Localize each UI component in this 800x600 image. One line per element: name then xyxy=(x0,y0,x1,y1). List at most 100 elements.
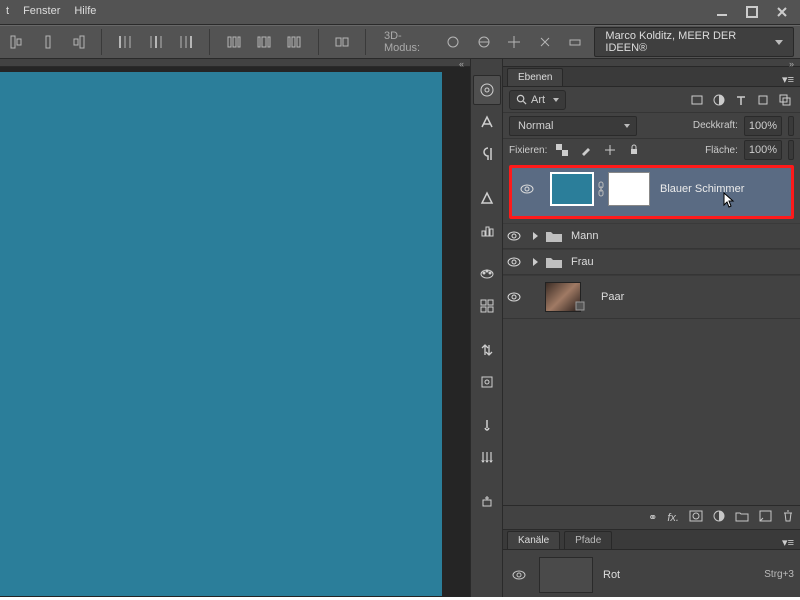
mode3d-scale-icon[interactable] xyxy=(564,30,586,54)
distribute-left-icon[interactable] xyxy=(114,30,136,54)
chevron-down-icon xyxy=(775,40,783,45)
distribute-center-icon[interactable] xyxy=(145,30,167,54)
chevron-down-icon xyxy=(624,124,630,128)
collapse-handle[interactable]: » xyxy=(503,59,800,67)
blend-mode-dropdown[interactable]: Normal xyxy=(509,116,637,136)
filter-shape-icon[interactable] xyxy=(754,91,772,109)
panel-histogram-icon[interactable] xyxy=(473,215,501,245)
titlebar: t Fenster Hilfe xyxy=(0,0,800,25)
panel-paragraph-icon[interactable] xyxy=(473,139,501,169)
delete-layer-icon[interactable] xyxy=(782,510,794,525)
disclosure-triangle[interactable] xyxy=(525,232,545,240)
mode3d-label: 3D-Modus: xyxy=(384,30,434,54)
panel-clone-icon[interactable] xyxy=(473,487,501,517)
panel-swatches-icon[interactable] xyxy=(473,291,501,321)
layers-filter-row: Art xyxy=(503,87,800,113)
layer-mask-icon[interactable] xyxy=(689,510,703,525)
visibility-toggle[interactable] xyxy=(516,182,538,196)
document-area: « xyxy=(0,59,470,600)
channel-thumbnail[interactable] xyxy=(539,557,593,593)
opacity-field[interactable]: 100% xyxy=(744,116,782,136)
distribute-h-2-icon[interactable] xyxy=(253,30,275,54)
link-layers-icon[interactable]: ⚭ xyxy=(648,511,657,524)
layer-name[interactable]: Mann xyxy=(571,230,599,242)
layer-thumbnail[interactable] xyxy=(550,172,594,206)
panel-character-icon[interactable] xyxy=(473,107,501,137)
channels-tabrow: Kanäle Pfade ▾≡ xyxy=(503,530,800,550)
layers-blend-row: Normal Deckkraft: 100% xyxy=(503,113,800,139)
panel-brushpresets-icon[interactable] xyxy=(473,443,501,473)
layer-row-selected[interactable]: Blauer Schimmer xyxy=(509,165,794,219)
align-left-icon[interactable] xyxy=(6,30,28,54)
tab-channels[interactable]: Kanäle xyxy=(507,531,560,549)
mode3d-slide-icon[interactable] xyxy=(534,30,556,54)
lock-pixels-icon[interactable] xyxy=(577,141,595,159)
layer-fx-icon[interactable]: fx. xyxy=(667,512,679,524)
visibility-toggle[interactable] xyxy=(503,255,525,269)
visibility-toggle[interactable] xyxy=(509,568,529,582)
panel-menu-icon[interactable]: ▾≡ xyxy=(776,73,800,86)
layer-row[interactable]: Paar xyxy=(503,275,800,319)
filter-adjust-icon[interactable] xyxy=(710,91,728,109)
distribute-right-icon[interactable] xyxy=(175,30,197,54)
collapse-handle[interactable]: « xyxy=(0,59,470,67)
lock-label: Fixieren: xyxy=(509,145,547,156)
distribute-h-1-icon[interactable] xyxy=(222,30,244,54)
new-group-icon[interactable] xyxy=(735,510,749,525)
opacity-stepper[interactable] xyxy=(788,116,794,136)
link-icon xyxy=(594,181,608,197)
maximize-button[interactable] xyxy=(738,3,766,21)
workspace-badge[interactable]: Marco Kolditz, MEER DER IDEEN® xyxy=(594,27,794,57)
new-layer-icon[interactable] xyxy=(759,510,772,525)
tab-layers[interactable]: Ebenen xyxy=(507,68,563,86)
panel-properties-icon[interactable] xyxy=(473,75,501,105)
lock-transparent-icon[interactable] xyxy=(553,141,571,159)
visibility-toggle[interactable] xyxy=(503,229,525,243)
lock-position-icon[interactable] xyxy=(601,141,619,159)
layer-row-group[interactable]: Frau xyxy=(503,249,800,275)
distribute-h-3-icon[interactable] xyxy=(283,30,305,54)
filter-type-icon[interactable] xyxy=(732,91,750,109)
panel-navigator-icon[interactable] xyxy=(473,183,501,213)
fill-value: 100% xyxy=(749,144,777,156)
folder-icon xyxy=(545,255,563,269)
tab-paths[interactable]: Pfade xyxy=(564,531,612,549)
filter-pixel-icon[interactable] xyxy=(688,91,706,109)
canvas[interactable] xyxy=(0,72,442,596)
align-right-icon[interactable] xyxy=(67,30,89,54)
adjustment-layer-icon[interactable] xyxy=(713,510,725,525)
panel-history-icon[interactable] xyxy=(473,367,501,397)
menu-item-help[interactable]: Hilfe xyxy=(74,5,96,17)
mode3d-roll-icon[interactable] xyxy=(473,30,495,54)
layer-row-group[interactable]: Mann xyxy=(503,223,800,249)
layers-lock-row: Fixieren: Fläche: 100% xyxy=(503,139,800,161)
layers-footer: ⚭ fx. xyxy=(503,505,800,529)
layer-name[interactable]: Frau xyxy=(571,256,594,268)
align-center-h-icon[interactable] xyxy=(36,30,58,54)
panel-brush-icon[interactable] xyxy=(473,411,501,441)
layer-mask-thumbnail[interactable] xyxy=(608,172,650,206)
panel-color-icon[interactable] xyxy=(473,259,501,289)
menu-item-cut[interactable]: t xyxy=(6,5,9,17)
folder-icon xyxy=(545,229,563,243)
layers-list: Blauer Schimmer Mann Frau xyxy=(503,161,800,505)
fill-stepper[interactable] xyxy=(788,140,794,160)
lock-all-icon[interactable] xyxy=(625,141,643,159)
panel-actions-icon[interactable] xyxy=(473,335,501,365)
fill-field[interactable]: 100% xyxy=(744,140,782,160)
visibility-toggle[interactable] xyxy=(503,290,525,304)
auto-align-icon[interactable] xyxy=(331,30,353,54)
close-button[interactable] xyxy=(768,3,796,21)
panel-menu-icon[interactable]: ▾≡ xyxy=(776,536,800,549)
layer-filter-dropdown[interactable]: Art xyxy=(509,90,566,110)
filter-smart-icon[interactable] xyxy=(776,91,794,109)
channel-row[interactable]: Rot Strg+3 xyxy=(503,550,800,600)
minimize-button[interactable] xyxy=(708,3,736,21)
disclosure-triangle[interactable] xyxy=(525,258,545,266)
fill-label: Fläche: xyxy=(705,145,738,156)
mode3d-pan-icon[interactable] xyxy=(503,30,525,54)
options-bar: 3D-Modus: Marco Kolditz, MEER DER IDEEN® xyxy=(0,25,800,59)
mode3d-orbit-icon[interactable] xyxy=(442,30,464,54)
layer-name[interactable]: Paar xyxy=(601,291,624,303)
menu-item-window[interactable]: Fenster xyxy=(23,5,60,17)
